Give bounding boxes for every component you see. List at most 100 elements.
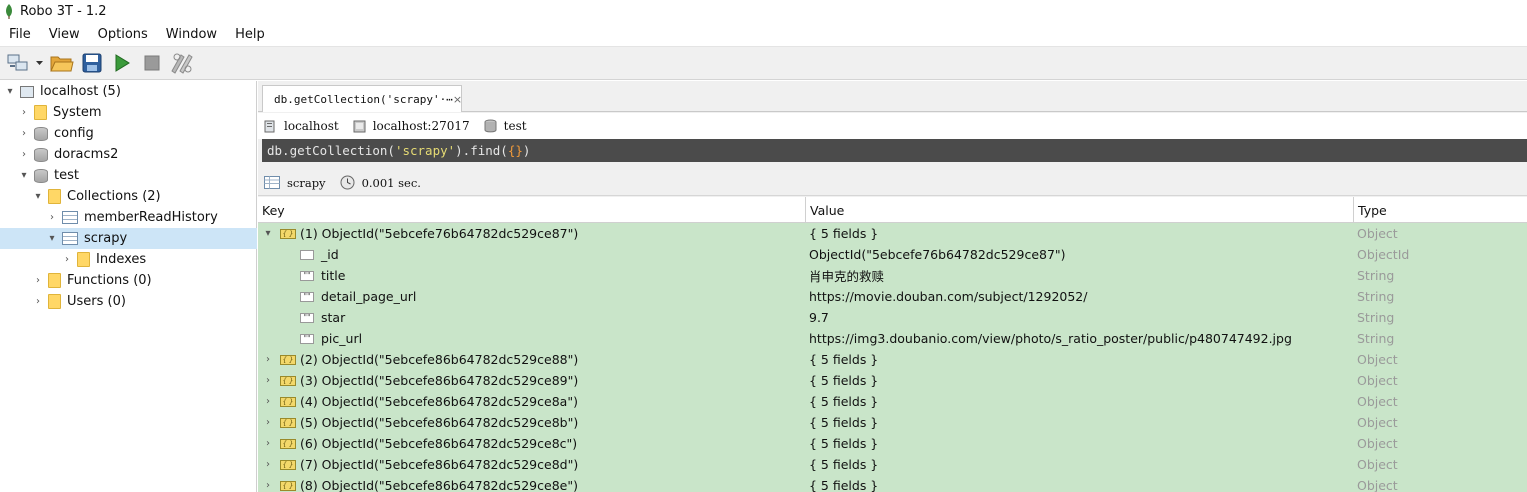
object-icon: { } (280, 417, 296, 428)
table-row[interactable]: "" title 肖申克的救赎 String (258, 265, 1527, 286)
collapse-arrow-icon[interactable]: ▾ (32, 191, 44, 202)
menu-help[interactable]: Help (226, 27, 274, 42)
expand-arrow-icon[interactable]: › (18, 149, 30, 160)
table-row[interactable]: › { } (6) ObjectId("5ebcefe86b64782dc529ce… (258, 433, 1527, 454)
tree-item-localhost[interactable]: ▾ localhost (5) (0, 81, 257, 102)
tree-item-system[interactable]: › System (0, 102, 257, 123)
folder-icon (48, 189, 61, 204)
collapse-arrow-icon[interactable]: ▾ (4, 86, 16, 97)
key-cell: › { } (5) ObjectId("5ebcefe86b64782dc529ce… (258, 412, 806, 433)
tree-item-functions[interactable]: › Functions (0) (0, 270, 257, 291)
folder-icon (34, 105, 47, 120)
table-row[interactable]: "" star 9.7 String (258, 307, 1527, 328)
key-text: _id (321, 247, 339, 262)
key-text: (8) ObjectId("5ebcefe86b64782dc529ce8e") (300, 478, 578, 492)
tree-item-test[interactable]: ▾ test (0, 165, 257, 186)
robo3t-window: Robo 3T - 1.2 File View Options Window H… (0, 0, 1527, 492)
folder-icon (77, 252, 90, 267)
object-icon: { } (280, 459, 296, 470)
collection-icon (62, 232, 78, 245)
value-cell: https://img3.doubanio.com/view/photo/s_r… (809, 331, 1292, 346)
open-folder-icon (50, 56, 74, 72)
expand-arrow-icon[interactable]: › (262, 375, 274, 386)
expand-arrow-icon[interactable]: › (262, 480, 274, 491)
server-name: localhost (284, 119, 339, 133)
menu-window[interactable]: Window (157, 27, 226, 42)
tree-item-memberreadhistory[interactable]: › memberReadHistory (0, 207, 257, 228)
value-cell: { 5 fields } (809, 478, 879, 492)
table-row[interactable]: ▾ { } (1) ObjectId("5ebcefe76b64782dc529ce… (258, 223, 1527, 244)
table-row[interactable]: › { } (2) ObjectId("5ebcefe86b64782dc529ce… (258, 349, 1527, 370)
computer-icon (353, 120, 366, 132)
tree-item-doracms2[interactable]: › doracms2 (0, 144, 257, 165)
type-cell: Object (1357, 373, 1398, 388)
result-time-value: 0.001 sec. (361, 175, 421, 190)
type-cell: Object (1357, 457, 1398, 472)
tree-item-indexes[interactable]: › Indexes (0, 249, 257, 270)
expand-arrow-icon[interactable]: › (46, 212, 58, 223)
save-button[interactable] (78, 49, 106, 77)
menu-view[interactable]: View (40, 27, 89, 42)
tree-item-scrapy[interactable]: ▾ scrapy (0, 228, 257, 249)
table-row[interactable]: › { } (5) ObjectId("5ebcefe86b64782dc529ce… (258, 412, 1527, 433)
execute-button[interactable] (108, 49, 136, 77)
close-tab-icon[interactable]: × (453, 93, 462, 106)
expand-arrow-icon[interactable]: › (32, 275, 44, 286)
expand-arrow-icon[interactable]: › (61, 254, 73, 265)
table-row[interactable]: "" detail_page_url https://movie.douban.co… (258, 286, 1527, 307)
expand-arrow-icon[interactable]: › (262, 438, 274, 449)
expand-arrow-icon[interactable]: › (18, 128, 30, 139)
menu-file[interactable]: File (0, 27, 40, 42)
table-row[interactable]: "" pic_url https://img3.doubanio.com/view/… (258, 328, 1527, 349)
folder-icon (48, 294, 61, 309)
expand-arrow-icon[interactable]: › (262, 354, 274, 365)
database-icon (34, 126, 48, 141)
expand-arrow-icon[interactable]: › (262, 396, 274, 407)
column-header-value[interactable]: Value (806, 197, 1354, 223)
tab-label: db.getCollection('scrapy'·⋯ (274, 92, 453, 106)
menu-options[interactable]: Options (89, 27, 157, 42)
table-row[interactable]: _id ObjectId("5ebcefe76b64782dc529ce87") O… (258, 244, 1527, 265)
key-text: pic_url (321, 331, 363, 346)
expand-arrow-icon[interactable]: › (32, 296, 44, 307)
stop-icon (144, 55, 160, 71)
string-icon: "" (300, 333, 314, 344)
collapse-arrow-icon[interactable]: ▾ (262, 228, 274, 239)
table-row[interactable]: › { } (7) ObjectId("5ebcefe86b64782dc529ce… (258, 454, 1527, 475)
object-icon: { } (280, 375, 296, 386)
table-row[interactable]: › { } (8) ObjectId("5ebcefe86b64782dc529ce… (258, 475, 1527, 492)
server-icon (20, 85, 34, 98)
expand-arrow-icon[interactable]: › (262, 417, 274, 428)
string-icon: "" (300, 270, 314, 281)
expand-arrow-icon[interactable]: › (262, 459, 274, 470)
tree-item-users[interactable]: › Users (0) (0, 291, 257, 312)
collapse-arrow-icon[interactable]: ▾ (46, 233, 58, 244)
query-collection-string: 'scrapy' (394, 143, 456, 158)
dropdown-arrow-icon (35, 61, 43, 65)
key-text: (3) ObjectId("5ebcefe86b64782dc529ce89") (300, 373, 579, 388)
connect-dropdown-button[interactable] (34, 49, 44, 77)
query-editor[interactable]: db.getCollection('scrapy').find({}) (262, 139, 1527, 162)
rotate-button[interactable] (168, 49, 196, 77)
query-tab[interactable]: db.getCollection('scrapy'·⋯ × (262, 85, 462, 112)
key-text: title (321, 268, 346, 283)
key-cell: › { } (3) ObjectId("5ebcefe86b64782dc529ce… (258, 370, 806, 391)
collapse-arrow-icon[interactable]: ▾ (18, 170, 30, 181)
table-row[interactable]: › { } (3) ObjectId("5ebcefe86b64782dc529ce… (258, 370, 1527, 391)
expand-arrow-icon[interactable]: › (18, 107, 30, 118)
value-cell: { 5 fields } (809, 226, 879, 241)
tree-label: Collections (2) (67, 189, 161, 204)
result-collection: scrapy (264, 176, 326, 190)
stop-button[interactable] (138, 49, 166, 77)
result-time: 0.001 sec. (340, 175, 421, 190)
tree-label: doracms2 (54, 147, 119, 162)
tree-item-collections[interactable]: ▾ Collections (2) (0, 186, 257, 207)
open-button[interactable] (48, 49, 76, 77)
object-icon: { } (280, 480, 296, 491)
column-header-type[interactable]: Type (1354, 197, 1527, 223)
object-icon: { } (280, 396, 296, 407)
connect-button[interactable] (4, 49, 32, 77)
table-row[interactable]: › { } (4) ObjectId("5ebcefe86b64782dc529ce… (258, 391, 1527, 412)
tree-item-config[interactable]: › config (0, 123, 257, 144)
column-header-key[interactable]: Key (258, 197, 806, 223)
